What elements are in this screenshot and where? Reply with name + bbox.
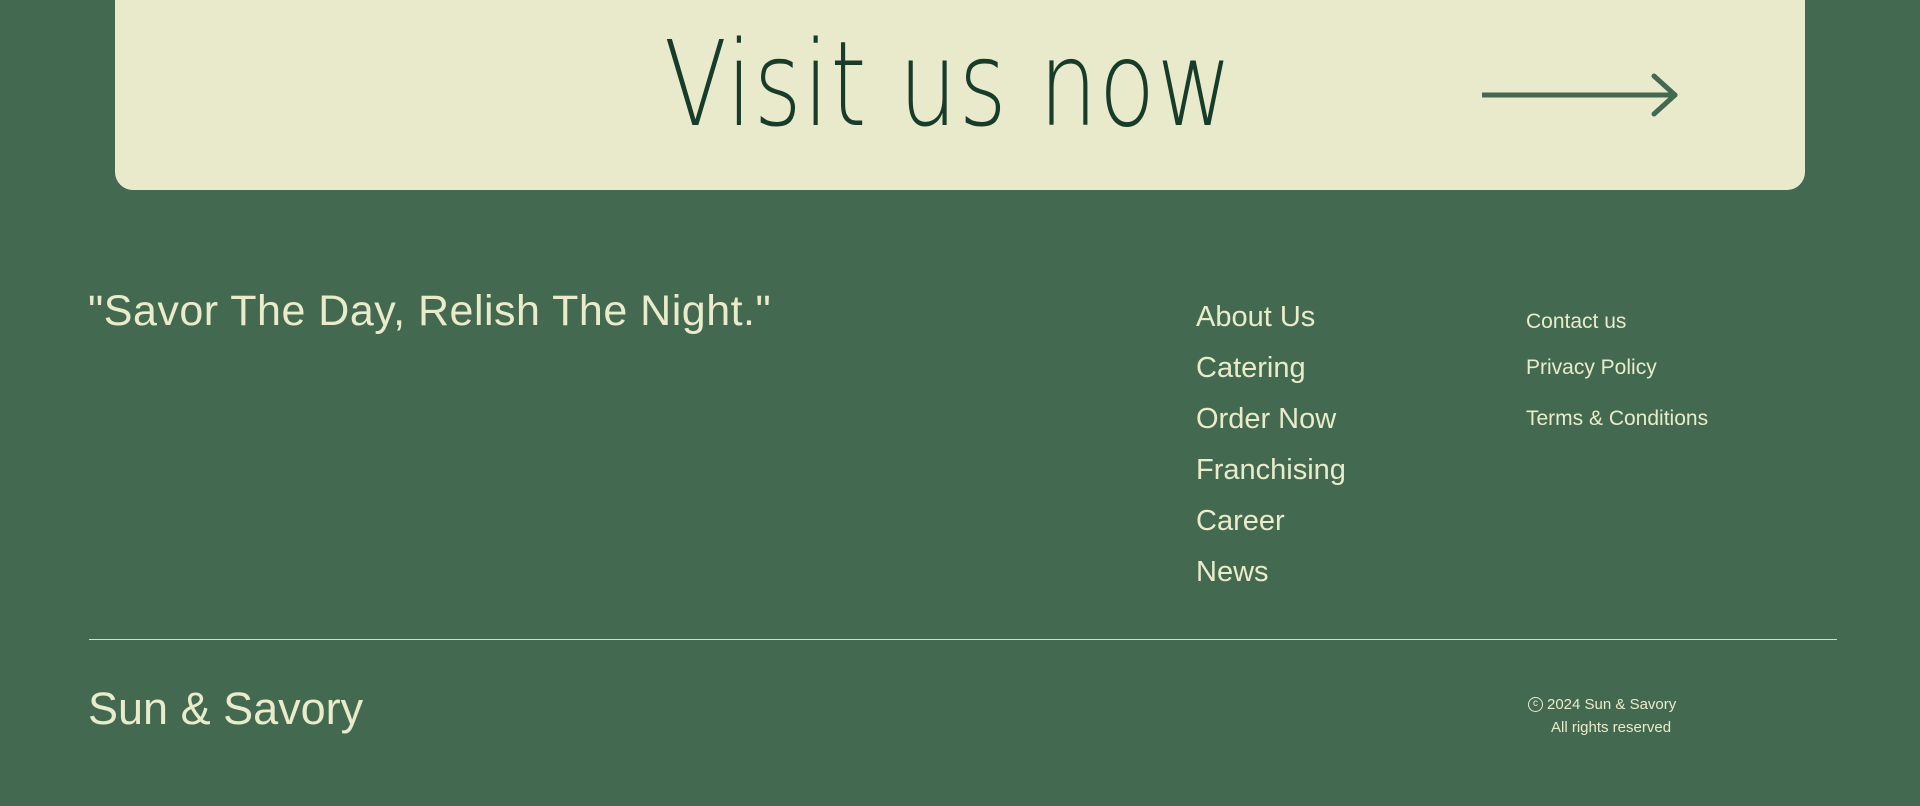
visit-us-card[interactable]: Visit us now [115,0,1805,190]
footer-link-franchising[interactable]: Franchising [1196,450,1346,501]
footer-link-terms-conditions[interactable]: Terms & Conditions [1526,405,1708,433]
footer-nav: About Us Catering Order Now Franchising … [1196,297,1346,603]
footer-link-privacy-policy[interactable]: Privacy Policy [1526,354,1657,382]
visit-us-title: Visit us now [664,15,1234,153]
footer-link-news[interactable]: News [1196,552,1346,603]
footer-link-contact-us[interactable]: Contact us [1526,308,1626,336]
footer-link-order-now[interactable]: Order Now [1196,399,1346,450]
copyright-line-1: 2024 Sun & Savory [1547,696,1677,713]
copyright-line-2: All rights reserved [1551,719,1672,736]
arrow-right-icon[interactable] [1482,72,1682,118]
copyright-icon: c [1528,697,1543,712]
footer-link-career[interactable]: Career [1196,501,1346,552]
footer-divider [89,639,1837,640]
copyright-notice: c 2024 Sun & Savory All rights reserved [1528,693,1676,739]
footer-tagline: "Savor The Day, Relish The Night." [88,287,772,335]
footer-link-about-us[interactable]: About Us [1196,297,1346,348]
footer-brand-name: Sun & Savory [88,683,364,734]
footer-link-catering[interactable]: Catering [1196,348,1346,399]
